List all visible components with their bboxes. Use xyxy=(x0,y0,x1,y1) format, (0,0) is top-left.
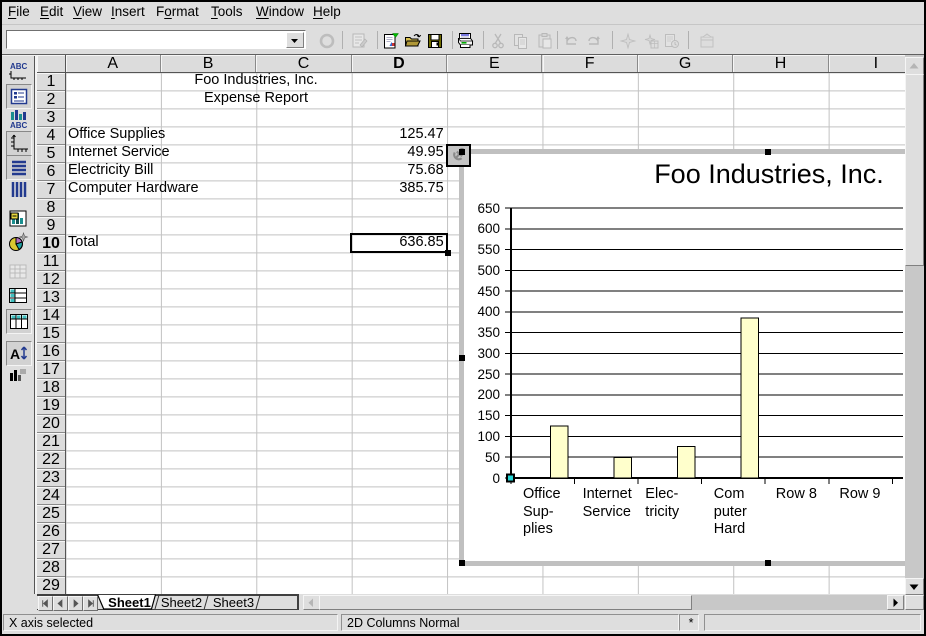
svg-text:ABC: ABC xyxy=(10,121,28,130)
svg-text:A: A xyxy=(10,346,20,362)
svg-text:ABC: ABC xyxy=(10,62,28,71)
